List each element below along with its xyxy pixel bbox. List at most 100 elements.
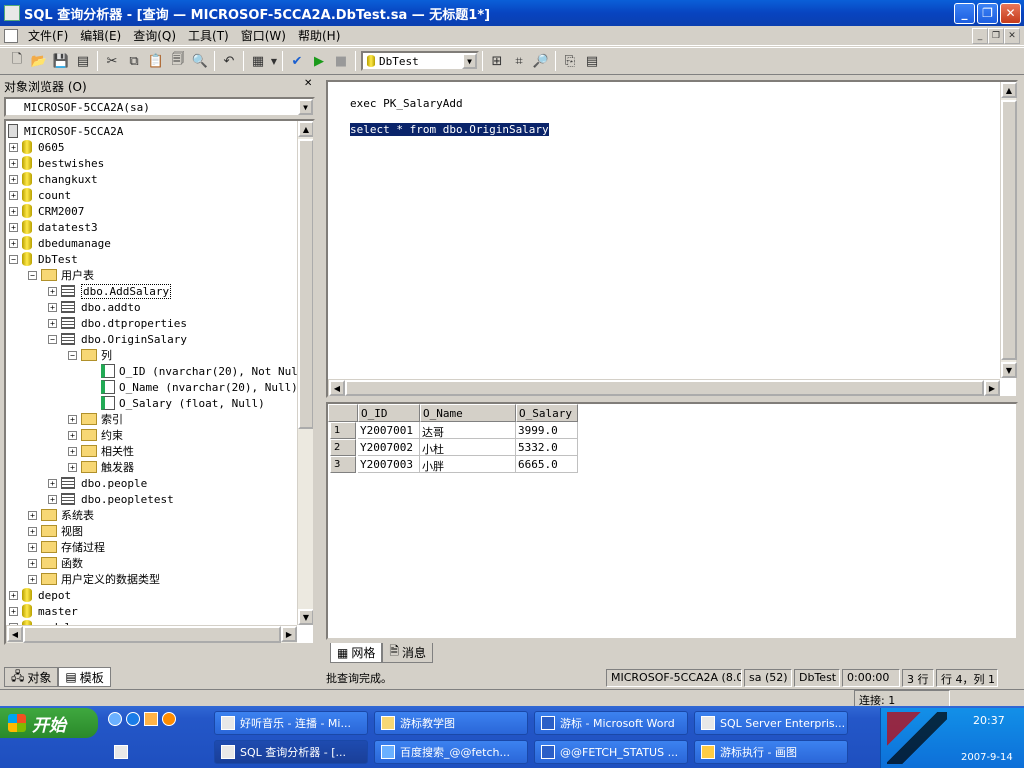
grid-cell[interactable]: Y2007002 (358, 439, 420, 456)
taskbar-item[interactable]: 游标 - Microsoft Word (534, 711, 688, 735)
tree-node-db[interactable]: + master (9, 603, 78, 619)
query-editor[interactable]: exec PK_SalaryAdd select * from dbo.Orig… (326, 80, 1018, 398)
expand-icon[interactable]: + (9, 606, 18, 616)
expand-icon[interactable]: + (48, 494, 57, 504)
cut-icon[interactable]: ✂ (101, 50, 123, 72)
quicklaunch-desktop-icon[interactable] (114, 745, 128, 759)
minimize-button[interactable]: _ (954, 2, 975, 24)
taskbar-item[interactable]: 好听音乐 - 连播 - Mi... (214, 711, 368, 735)
tab-objects[interactable]: 🖧 对象 (4, 667, 59, 687)
database-select[interactable]: DbTest ▼ (361, 51, 479, 71)
menu-file[interactable]: 文件(F) (22, 27, 74, 44)
paste-icon[interactable]: 📋 (145, 50, 167, 72)
insert-template-icon[interactable]: ▤ (72, 50, 94, 72)
tab-templates[interactable]: ▤ 模板 (58, 667, 111, 687)
tree-node-constraints[interactable]: + 约束 (68, 427, 123, 443)
column-header[interactable]: O_Name (420, 404, 516, 422)
taskbar-item-active[interactable]: SQL 查询分析器 - [... (214, 740, 368, 764)
tree-node-table[interactable]: + dbo.addto (48, 299, 141, 315)
tree-node-procs[interactable]: + 存储过程 (28, 539, 105, 555)
tree-node-db[interactable]: + changkuxt (9, 171, 98, 187)
quicklaunch-browser-icon[interactable] (126, 712, 140, 726)
quicklaunch-ie-icon[interactable] (108, 712, 122, 726)
results-mode-icon[interactable]: ▦ (247, 50, 269, 72)
column-header[interactable]: O_Salary (516, 404, 578, 422)
chevron-down-icon[interactable]: ▼ (298, 99, 313, 115)
expand-icon[interactable]: + (9, 206, 18, 216)
tree-node-column[interactable]: O_Name (nvarchar(20), Null) (101, 379, 298, 395)
menu-window[interactable]: 窗口(W) (235, 27, 292, 44)
collapse-icon[interactable]: − (28, 270, 37, 280)
results-grid[interactable]: O_ID O_Name O_Salary 1 Y2007001 达哥 3999.… (326, 402, 1018, 640)
object-browser-close-icon[interactable]: ✕ (304, 78, 312, 89)
expand-icon[interactable]: + (9, 238, 18, 248)
tree-node-db[interactable]: + dbedumanage (9, 235, 111, 251)
tree-node-table[interactable]: + dbo.people (48, 475, 147, 491)
expand-icon[interactable]: + (9, 190, 18, 200)
grid-cell[interactable]: 6665.0 (516, 456, 578, 473)
quicklaunch-media-icon[interactable] (162, 712, 176, 726)
expand-icon[interactable]: + (28, 542, 37, 552)
open-icon[interactable]: 📂 (28, 50, 50, 72)
collapse-icon[interactable]: − (68, 350, 77, 360)
collapse-icon[interactable]: − (48, 334, 57, 344)
scroll-left-icon[interactable]: ◀ (329, 380, 345, 396)
tree-vertical-scrollbar[interactable]: ▲ ▼ (297, 121, 313, 625)
grid-cell[interactable]: Y2007001 (358, 422, 420, 439)
undo-icon[interactable]: ↶ (218, 50, 240, 72)
row-number[interactable]: 2 (330, 439, 356, 456)
results-grid-icon[interactable]: ▤ (581, 50, 603, 72)
scroll-up-icon[interactable]: ▲ (1001, 82, 1017, 98)
tree-node-column[interactable]: O_ID (nvarchar(20), Not Null) (101, 363, 311, 379)
server-select[interactable]: MICROSOF-5CCA2A(sa) ▼ (4, 97, 315, 117)
cancel-query-icon[interactable]: ■ (330, 50, 352, 72)
expand-icon[interactable]: + (9, 590, 18, 600)
expand-icon[interactable]: + (48, 286, 57, 296)
menu-query[interactable]: 查询(Q) (127, 27, 182, 44)
execution-plan-icon[interactable]: ⊞ (486, 50, 508, 72)
tree-node-db[interactable]: + bestwishes (9, 155, 104, 171)
tree-node-server[interactable]: MICROSOF-5CCA2A (8, 123, 123, 139)
menu-help[interactable]: 帮助(H) (292, 27, 346, 44)
scroll-thumb[interactable] (345, 380, 984, 396)
clear-window-icon[interactable]: 🗐 (167, 50, 189, 72)
save-icon[interactable]: 💾 (50, 50, 72, 72)
maximize-button[interactable]: ❐ (977, 2, 998, 24)
taskbar-item[interactable]: 游标执行 - 画图 (694, 740, 848, 764)
tree-node-indexes[interactable]: + 索引 (68, 411, 123, 427)
grid-cell[interactable]: Y2007003 (358, 456, 420, 473)
tree-node-functions[interactable]: + 函数 (28, 555, 83, 571)
tree-node-columns[interactable]: − 列 (68, 347, 112, 363)
expand-icon[interactable]: + (68, 446, 77, 456)
close-button[interactable]: ✕ (1000, 2, 1021, 24)
tree-node-table[interactable]: + dbo.dtproperties (48, 315, 187, 331)
expand-icon[interactable]: + (9, 158, 18, 168)
mdi-restore-icon[interactable]: ❐ (988, 27, 1004, 44)
expand-icon[interactable]: + (28, 526, 37, 536)
object-search-icon[interactable]: 🔎 (530, 50, 552, 72)
scroll-right-icon[interactable]: ▶ (984, 380, 1000, 396)
scroll-right-icon[interactable]: ▶ (281, 626, 297, 642)
grid-cell[interactable]: 5332.0 (516, 439, 578, 456)
copy-icon[interactable]: ⧉ (123, 50, 145, 72)
scroll-thumb[interactable] (1001, 100, 1017, 360)
taskbar-item[interactable]: SQL Server Enterpris... (694, 711, 848, 735)
expand-icon[interactable]: + (9, 222, 18, 232)
tree-node-db[interactable]: +0605 (9, 139, 65, 155)
mdi-minimize-icon[interactable]: _ (972, 27, 988, 44)
tree-node-triggers[interactable]: + 触发器 (68, 459, 134, 475)
expand-icon[interactable]: + (48, 478, 57, 488)
new-query-icon[interactable]: 🗋 (6, 50, 28, 72)
tree-node-db[interactable]: + depot (9, 587, 71, 603)
expand-icon[interactable]: + (68, 430, 77, 440)
tree-node-user-tables[interactable]: − 用户表 (28, 267, 94, 283)
expand-icon[interactable]: + (48, 318, 57, 328)
taskbar-item[interactable]: 游标教学图 (374, 711, 528, 735)
expand-icon[interactable]: + (48, 302, 57, 312)
scroll-thumb[interactable] (23, 626, 281, 643)
scroll-up-icon[interactable]: ▲ (298, 121, 313, 137)
tab-messages[interactable]: 🗎 消息 (382, 643, 434, 663)
menu-tools[interactable]: 工具(T) (182, 27, 235, 44)
current-connection-icon[interactable]: ⎘ (559, 50, 581, 72)
tree-node-table[interactable]: + dbo.AddSalary (48, 283, 172, 299)
